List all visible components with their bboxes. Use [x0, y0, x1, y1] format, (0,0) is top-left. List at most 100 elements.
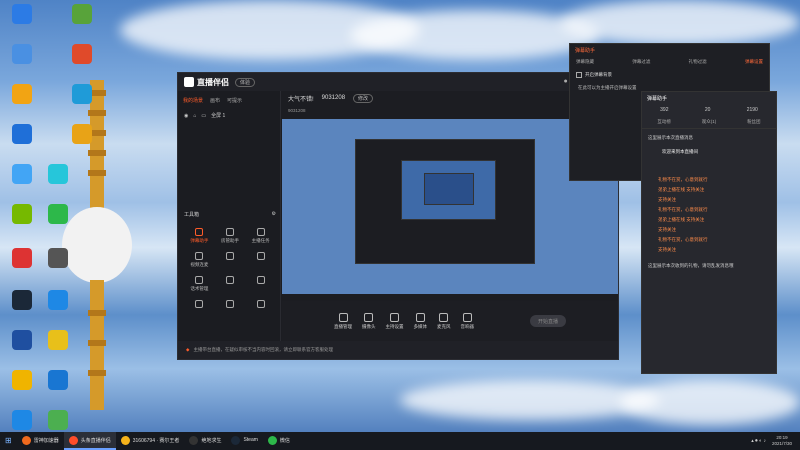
tool-item[interactable]: 主播任务: [245, 228, 276, 244]
list-item: 礼物不在赏，心意到就行: [642, 175, 776, 185]
taskbar-app[interactable]: 头条直播伴侣: [63, 432, 116, 450]
taskbar-app-icon: [267, 435, 277, 445]
desktop-icon[interactable]: [4, 84, 40, 104]
tab-hints[interactable]: 可提示: [227, 97, 242, 104]
tool-label: 房管助手: [220, 238, 239, 243]
taskbar-app[interactable]: Steam: [226, 432, 262, 450]
desktop-icon[interactable]: [4, 248, 40, 268]
taskbar-app-label: 绝地求生: [201, 437, 222, 444]
danmaku-tab-gift[interactable]: 礼物过滤: [689, 59, 707, 65]
desktop-icon[interactable]: [40, 164, 76, 184]
control-button[interactable]: 摄像头: [362, 312, 376, 330]
message-text: 弟弟上播在线 支持关注: [658, 217, 705, 222]
desktop-icon[interactable]: [4, 204, 40, 224]
app-title: 直播伴侣: [197, 77, 229, 87]
tray-icons[interactable]: ▴ ⏺ ◐ ♪: [751, 438, 766, 444]
helper-tabs: 互动榜 观众(1) 粉丝团: [642, 116, 776, 129]
danmaku-tab-filter[interactable]: 弹幕过滤: [632, 59, 650, 65]
tool-label: 视频连麦: [190, 262, 209, 267]
taskbar-app[interactable]: 微信: [263, 432, 295, 450]
desktop-icon[interactable]: [4, 410, 40, 430]
taskbar-app[interactable]: 绝地求生: [184, 432, 226, 450]
tool-item[interactable]: 弹幕助手: [184, 228, 215, 244]
checkbox[interactable]: [576, 72, 582, 78]
desktop-icon[interactable]: [64, 44, 100, 64]
lock-icon[interactable]: ⌂: [193, 113, 196, 119]
tool-item[interactable]: 话术管理: [184, 276, 215, 292]
control-icon: [415, 312, 425, 322]
list-item: 支持关注: [642, 245, 776, 255]
app-icon: [12, 370, 32, 390]
tool-item[interactable]: [245, 252, 276, 268]
stream-title: 大气不错!: [288, 96, 314, 103]
avatar[interactable]: ●: [563, 78, 567, 86]
list-item: 弟弟上播在线 支持关注: [642, 215, 776, 225]
tool-icon: [195, 276, 204, 284]
danmaku-tab-hide[interactable]: 弹幕隐藏: [576, 59, 594, 65]
desktop-icon[interactable]: [4, 330, 40, 350]
taskbar-app[interactable]: 31606794 · 赛尔王者: [116, 432, 185, 450]
tool-item[interactable]: [184, 300, 215, 310]
desktop-icon[interactable]: [40, 370, 76, 390]
tool-icon: [195, 228, 204, 236]
control-button[interactable]: 麦克风: [437, 312, 451, 330]
tab-canvas[interactable]: 画布: [210, 97, 220, 104]
control-icon: [462, 312, 472, 322]
option-label: 开启弹幕背景: [585, 72, 612, 77]
user-text: 欢迎来到本直播间: [662, 149, 698, 154]
tool-item[interactable]: [215, 276, 246, 292]
start-button[interactable]: ⊞: [0, 432, 17, 450]
desktop-icon[interactable]: [64, 124, 100, 144]
desktop-icon[interactable]: [4, 44, 40, 64]
control-icon: [364, 312, 374, 322]
tool-item[interactable]: [215, 252, 246, 268]
taskbar-app[interactable]: 雷神加速器: [17, 432, 64, 450]
desktop-icon[interactable]: [4, 164, 40, 184]
desktop-icon[interactable]: [4, 124, 40, 144]
tool-item[interactable]: [215, 300, 246, 310]
desktop-icon[interactable]: [4, 4, 40, 24]
tool-icon: [256, 252, 265, 260]
scene-item[interactable]: ◉ ⌂ ▭ 全屏 1: [184, 112, 274, 120]
control-button[interactable]: 多媒体: [414, 312, 427, 330]
desktop-icon[interactable]: [40, 410, 76, 430]
desktop-icon[interactable]: [4, 370, 40, 390]
desktop-icon[interactable]: [40, 290, 76, 310]
control-button[interactable]: 主持设置: [386, 312, 404, 330]
tab-scenes[interactable]: 我的场景: [183, 97, 203, 104]
helper-tab-interact[interactable]: 互动榜: [657, 119, 671, 125]
desktop-icon[interactable]: [40, 248, 76, 268]
desktop-icon[interactable]: [40, 330, 76, 350]
message-text: 支持关注: [658, 247, 676, 252]
control-button[interactable]: 音响器: [461, 312, 474, 330]
eye-icon[interactable]: ◉: [184, 113, 188, 119]
footer-message: 这里展示本次收到的礼物，请勿乱发消息哦: [648, 263, 734, 268]
monitor-icon: ▭: [201, 112, 207, 119]
tool-item[interactable]: 视频连麦: [184, 252, 215, 268]
toolbox-settings-icon[interactable]: ⚙: [272, 211, 276, 218]
danmaku-tab-settings[interactable]: 弹幕设置: [745, 59, 763, 65]
desktop-icon[interactable]: [4, 290, 40, 310]
app-icon: [12, 290, 32, 310]
tool-item[interactable]: [245, 276, 276, 292]
desktop-icon[interactable]: [64, 84, 100, 104]
desktop-icon[interactable]: [40, 204, 76, 224]
preview-recursive-inner: [401, 160, 496, 220]
message-text: 礼物不在赏，心意到就行: [658, 207, 708, 212]
control-button[interactable]: 直播管理: [334, 312, 352, 330]
tool-item[interactable]: 房管助手: [215, 228, 246, 244]
taskbar-app-label: 头条直播伴侣: [80, 437, 111, 444]
taskbar-app-icon: [21, 435, 31, 445]
helper-tab-audience[interactable]: 观众(1): [702, 119, 717, 125]
version-badge[interactable]: 体验: [235, 77, 256, 87]
helper-tab-fans[interactable]: 粉丝团: [747, 119, 761, 125]
clock[interactable]: 20:19 2021/7/30: [772, 435, 792, 447]
desktop-icon[interactable]: [64, 4, 100, 24]
start-live-button[interactable]: 开始直播: [530, 315, 566, 327]
edit-button[interactable]: 修改: [353, 93, 374, 103]
tool-item[interactable]: [245, 300, 276, 310]
app-icon: [12, 410, 32, 430]
list-item: 礼物不在赏，心意到就行: [642, 235, 776, 245]
app-icon: [72, 4, 92, 24]
message-list: 礼物不在赏，心意到就行 弟弟上播在线 支持关注 支持关注 礼物不在赏，心意到就行 弟弟上…: [642, 175, 776, 255]
